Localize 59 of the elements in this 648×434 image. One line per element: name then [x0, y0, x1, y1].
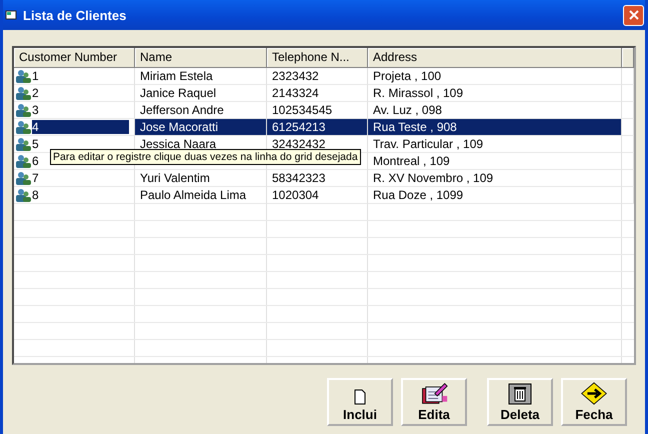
table-cell: Jefferson Andre	[140, 103, 224, 117]
table-cell: 58342323	[272, 171, 326, 185]
table-cell: Projeta , 100	[373, 69, 442, 83]
toolbar-button[interactable]: Deleta	[487, 378, 553, 426]
table-cell: Jose Macoratti	[140, 120, 218, 134]
table-cell: R. Mirassol , 109	[373, 86, 464, 100]
table-cell: Trav. Particular , 109	[373, 137, 484, 151]
person-icon	[15, 171, 31, 185]
grid-row[interactable]: 4 Jose Macoratti 61254213 Rua Teste , 908	[14, 119, 634, 136]
close-button[interactable]	[623, 4, 644, 26]
table-cell: 7	[32, 171, 39, 185]
window-title: Lista de Clientes	[23, 8, 128, 22]
document-icon	[353, 389, 367, 405]
window-icon	[5, 9, 17, 21]
toolbar-button[interactable]: Edita	[401, 378, 467, 426]
table-cell: Janice Raquel	[140, 86, 216, 100]
table-cell: Miriam Estela	[140, 69, 213, 83]
table-cell: Rua Doze , 1099	[373, 188, 464, 202]
table-cell: 6	[32, 154, 39, 168]
table-cell: Jessica Naara	[140, 137, 216, 151]
column-header[interactable]: Name	[135, 48, 267, 68]
person-icon	[15, 120, 31, 134]
grid-row[interactable]: 7 Yuri Valentim 58342323 R. XV Novembro , 109	[14, 170, 634, 187]
grid-row[interactable]: 2 Janice Raquel 2143324 R. Mirassol , 109	[14, 85, 634, 102]
table-cell: 2323432	[272, 69, 319, 83]
table-cell: Montreal , 109	[373, 154, 450, 168]
table-cell: 32432432	[272, 137, 326, 151]
table-cell: 2	[32, 86, 39, 100]
table-cell: 8	[32, 188, 39, 202]
person-icon	[15, 86, 31, 100]
person-icon	[15, 103, 31, 117]
table-cell: Rua Teste , 908	[373, 120, 457, 134]
tooltip: Para editar o registre clique duas vezes na linha do grid desejada	[50, 149, 361, 165]
table-cell: 61254213	[272, 120, 326, 134]
table-cell: 4	[32, 120, 129, 134]
person-icon	[15, 69, 31, 83]
table-cell: 102534545	[272, 103, 332, 117]
close-icon	[628, 9, 640, 21]
table-cell: R. XV Novembro , 109	[373, 171, 494, 185]
column-header[interactable]: Customer Number	[14, 48, 135, 68]
table-cell: Paulo Almeida Lima	[140, 188, 246, 202]
table-cell: 3	[32, 103, 39, 117]
toolbar-button[interactable]: Inclui	[327, 378, 393, 426]
column-header[interactable]: Telephone N...	[267, 48, 368, 68]
grid-row[interactable]: 8 Paulo Almeida Lima 1020304 Rua Doze , 1099	[14, 187, 634, 204]
table-cell: Av. Luz , 098	[373, 103, 442, 117]
table-cell: 2143324	[272, 86, 319, 100]
trash-can-icon	[508, 383, 532, 405]
person-icon	[15, 137, 31, 151]
table-cell: 1020304	[272, 188, 319, 202]
column-header	[622, 48, 634, 68]
table-cell: 5	[32, 137, 39, 151]
toolbar-button[interactable]: Fecha	[561, 378, 627, 426]
column-header[interactable]: Address	[368, 48, 622, 68]
grid-row[interactable]: 1 Miriam Estela 2323432 Projeta , 100	[14, 68, 634, 85]
person-icon	[15, 188, 31, 202]
person-icon	[15, 154, 31, 168]
table-cell: 1	[32, 69, 39, 83]
table-cell: Yuri Valentim	[140, 171, 210, 185]
